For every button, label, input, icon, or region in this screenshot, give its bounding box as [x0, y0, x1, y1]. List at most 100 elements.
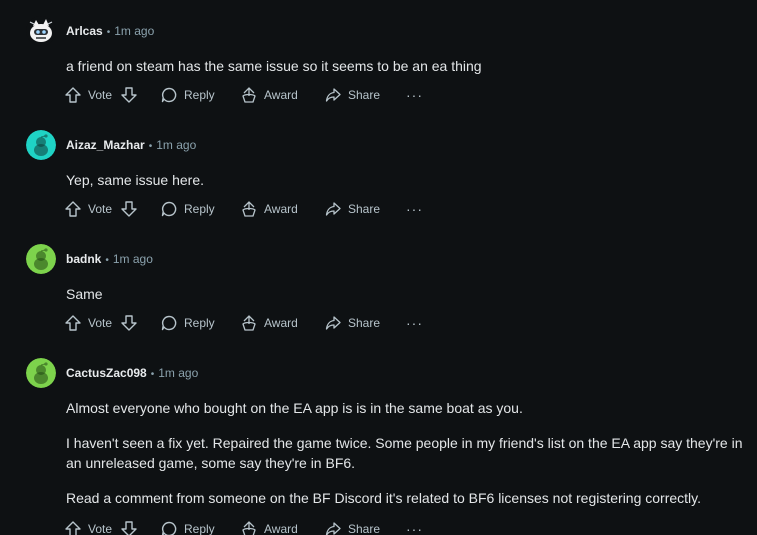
award-button[interactable]: Award — [240, 198, 298, 220]
reply-button[interactable]: Reply — [160, 198, 215, 220]
comment-time[interactable]: 1m ago — [114, 24, 154, 38]
comment-actions: Vote Reply Award Share ··· — [64, 84, 464, 108]
comment-body: Almost everyone who bought on the EA app… — [66, 398, 746, 523]
share-button[interactable]: Share — [324, 84, 380, 106]
upvote-arrow-icon — [65, 201, 81, 217]
share-label: Share — [348, 316, 381, 330]
award-icon — [242, 315, 256, 331]
reply-button[interactable]: Reply — [160, 84, 215, 106]
share-button[interactable]: Share — [324, 198, 380, 220]
upvote-arrow-icon — [65, 521, 81, 535]
comment-time[interactable]: 1m ago — [156, 138, 196, 152]
comment-actions: Vote Reply Award Share ··· — [64, 312, 464, 336]
avatar[interactable] — [26, 358, 56, 388]
author-name[interactable]: Arlcas — [66, 24, 103, 38]
snoo-avatar-icon — [26, 244, 56, 274]
reply-bubble-icon — [161, 201, 177, 217]
comment-text: a friend on steam has the same issue so … — [66, 58, 482, 74]
more-options-button[interactable]: ··· — [406, 84, 423, 106]
vote-label: Vote — [88, 522, 113, 535]
vote-label: Vote — [88, 202, 113, 216]
comment-actions: Vote Reply Award Share ··· — [64, 518, 464, 535]
meta-separator: • — [148, 141, 153, 152]
avatar[interactable] — [26, 16, 56, 46]
author-name[interactable]: badnk — [66, 252, 101, 266]
comment: CactusZac098 • 1m ago Almost everyone who … — [0, 358, 757, 535]
comment: Arlcas • 1m ago a friend on steam has the … — [0, 16, 757, 116]
share-button[interactable]: Share — [324, 312, 380, 334]
reply-bubble-icon — [161, 87, 177, 103]
upvote-button[interactable]: Vote — [64, 84, 112, 106]
comment-actions: Vote Reply Award Share ··· — [64, 198, 464, 222]
more-options-button[interactable]: ··· — [406, 312, 423, 334]
more-options-button[interactable]: ··· — [406, 518, 423, 535]
reply-label: Reply — [184, 522, 215, 535]
downvote-arrow-icon — [121, 201, 137, 217]
reply-label: Reply — [184, 88, 215, 102]
award-label: Award — [264, 88, 298, 102]
meta-separator: • — [150, 369, 155, 380]
downvote-arrow-icon — [121, 315, 137, 331]
comment-text: Same — [66, 286, 103, 302]
downvote-arrow-icon — [121, 521, 137, 535]
share-arrow-icon — [325, 522, 341, 535]
comment-meta: badnk • 1m ago — [66, 251, 153, 269]
share-arrow-icon — [325, 202, 341, 216]
comment: Aizaz_Mazhar • 1m ago Yep, same issue here… — [0, 130, 757, 230]
award-label: Award — [264, 522, 298, 535]
share-label: Share — [348, 88, 381, 102]
comment-paragraph: Almost everyone who bought on the EA app… — [66, 400, 523, 416]
comment: badnk • 1m ago Same Vote Reply Award Sha… — [0, 244, 757, 344]
comment-text: Yep, same issue here. — [66, 172, 205, 188]
meta-separator: • — [106, 27, 111, 38]
award-icon — [242, 521, 256, 535]
share-label: Share — [348, 522, 381, 535]
robot-avatar-icon — [26, 16, 56, 46]
snoo-avatar-icon — [26, 358, 56, 388]
comment-thread: Arlcas • 1m ago a friend on steam has the … — [0, 0, 757, 535]
share-label: Share — [348, 202, 381, 216]
reply-button[interactable]: Reply — [160, 518, 215, 535]
upvote-button[interactable]: Vote — [64, 312, 112, 334]
share-button[interactable]: Share — [324, 518, 380, 535]
more-dots-icon: ··· — [406, 521, 423, 535]
reply-bubble-icon — [161, 521, 177, 535]
upvote-button[interactable]: Vote — [64, 518, 112, 535]
upvote-button[interactable]: Vote — [64, 198, 112, 220]
downvote-button[interactable] — [120, 518, 138, 535]
award-button[interactable]: Award — [240, 312, 298, 334]
upvote-arrow-icon — [65, 87, 81, 103]
comment-paragraph: I haven't seen a fix yet. Repaired the g… — [66, 435, 743, 471]
comment-time[interactable]: 1m ago — [158, 366, 198, 380]
award-icon — [242, 87, 256, 103]
meta-separator: • — [105, 255, 109, 266]
comment-time[interactable]: 1m ago — [113, 252, 153, 266]
avatar[interactable] — [26, 130, 56, 160]
award-label: Award — [264, 202, 298, 216]
comment-paragraph: Read a comment from someone on the BF Di… — [66, 490, 702, 506]
reply-bubble-icon — [161, 315, 177, 331]
more-dots-icon: ··· — [406, 87, 423, 103]
share-arrow-icon — [325, 316, 341, 330]
more-dots-icon: ··· — [406, 315, 423, 331]
downvote-button[interactable] — [120, 312, 138, 334]
reply-button[interactable]: Reply — [160, 312, 215, 334]
downvote-button[interactable] — [120, 84, 138, 106]
more-dots-icon: ··· — [406, 201, 423, 217]
comment-meta: Aizaz_Mazhar • 1m ago — [66, 137, 196, 155]
award-icon — [242, 201, 256, 217]
award-button[interactable]: Award — [240, 518, 298, 535]
author-name[interactable]: CactusZac098 — [66, 366, 147, 380]
reply-label: Reply — [184, 316, 215, 330]
vote-label: Vote — [88, 88, 113, 102]
avatar[interactable] — [26, 244, 56, 274]
award-label: Award — [264, 316, 298, 330]
reply-label: Reply — [184, 202, 215, 216]
downvote-arrow-icon — [121, 87, 137, 103]
author-name[interactable]: Aizaz_Mazhar — [66, 138, 145, 152]
upvote-arrow-icon — [65, 315, 81, 331]
downvote-button[interactable] — [120, 198, 138, 220]
more-options-button[interactable]: ··· — [406, 198, 423, 220]
award-button[interactable]: Award — [240, 84, 298, 106]
vote-label: Vote — [88, 316, 113, 330]
